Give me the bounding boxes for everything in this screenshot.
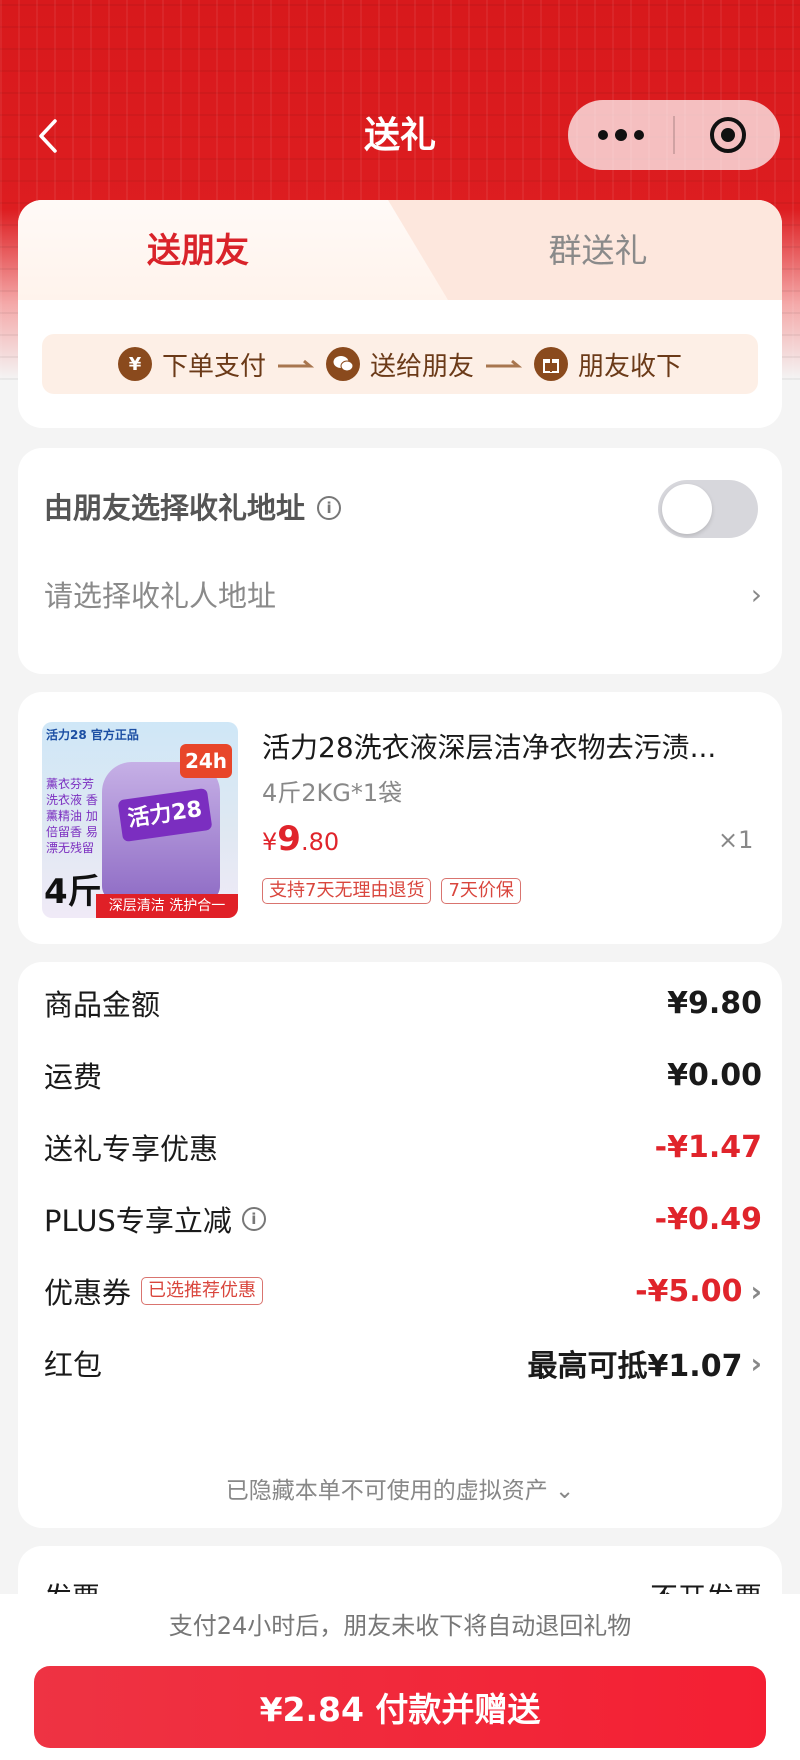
hidden-assets-label: 已隐藏本单不可使用的虚拟资产 <box>225 1478 548 1504</box>
wechat-icon <box>325 347 360 381</box>
product-spec: 4斤2KG*1袋 <box>262 779 403 807</box>
coupon-label: 优惠券 <box>44 1276 132 1310</box>
friend-choose-address-row: 由朋友选择收礼地址 i <box>44 488 342 528</box>
product-service-tags: 支持7天无理由退货 7天价保 <box>262 878 521 904</box>
close-button[interactable] <box>675 100 780 170</box>
summary-row-shipping: 运费 ¥0.00 <box>44 1057 762 1095</box>
recipient-address-selector[interactable]: 请选择收礼人地址 › <box>44 570 762 618</box>
flow-step-label: 朋友收下 <box>578 351 683 382</box>
service-tag: 支持7天无理由退货 <box>262 878 432 904</box>
target-circle-icon <box>709 117 746 153</box>
info-icon[interactable]: i <box>317 496 342 520</box>
red-packet-value: 最高可抵¥1.07 <box>527 1349 743 1384</box>
flow-step-send: 送给朋友 <box>325 346 474 383</box>
chevron-right-icon: › <box>750 1346 762 1380</box>
product-image-side-text: 薰衣芬芳 洗衣液 香薰精油 加倍留香 易漂无残留 <box>46 777 98 855</box>
coupon-value: -¥5.00 <box>635 1273 743 1309</box>
nav-bar: 送礼 <box>0 88 800 184</box>
friend-choose-address-toggle[interactable] <box>658 480 758 538</box>
chevron-right-icon: › <box>750 1274 762 1308</box>
product-price: ¥9.80 <box>262 819 340 859</box>
summary-row-coupon[interactable]: 优惠券 已选推荐优惠 -¥5.00 › <box>44 1266 762 1316</box>
coupon-recommended-tag: 已选推荐优惠 <box>141 1277 264 1305</box>
product-name[interactable]: 活力28洗衣液深层洁净衣物去污渍... <box>262 728 758 768</box>
product-image-corner-text: 活力28 官方正品 <box>46 728 139 742</box>
gift-flow-steps: ¥ 下单支付 送给朋友 朋友收下 <box>42 334 758 394</box>
mini-program-capsule <box>568 100 780 170</box>
pay-button-label: ¥2.84 付款并赠送 <box>259 1690 541 1729</box>
info-icon[interactable]: i <box>241 1207 266 1231</box>
yuan-icon: ¥ <box>117 347 152 381</box>
bottom-pay-bar: 支付24小时后，朋友未收下将自动退回礼物 ¥2.84 付款并赠送 <box>0 1594 800 1760</box>
friend-choose-address-label: 由朋友选择收礼地址 <box>44 491 306 525</box>
plus-discount-label: PLUS专享立减 <box>44 1204 232 1238</box>
summary-row-red-packet[interactable]: 红包 最高可抵¥1.07 › <box>44 1338 762 1388</box>
product-image-weight: 4斤 <box>44 872 102 912</box>
summary-row-gift-discount: 送礼专享优惠 -¥1.47 <box>44 1129 762 1167</box>
price-summary-card: 商品金额 ¥9.80 运费 ¥0.00 送礼专享优惠 -¥1.47 PLUS专享… <box>18 962 782 1528</box>
address-card: 由朋友选择收礼地址 i 请选择收礼人地址 › <box>18 448 782 674</box>
more-button[interactable] <box>568 100 673 170</box>
summary-row-goods-amount: 商品金额 ¥9.80 <box>44 985 762 1023</box>
pay-and-send-button[interactable]: ¥2.84 付款并赠送 <box>34 1666 766 1748</box>
arrow-right-icon <box>484 357 524 371</box>
chevron-down-icon: ⌄ <box>555 1478 575 1504</box>
gift-mode-card: 送朋友 群送礼 ¥ 下单支付 送给朋友 朋友收下 <box>18 200 782 428</box>
product-quantity: ×1 <box>718 826 754 854</box>
product-image-badge: 24h <box>180 744 232 778</box>
summary-row-plus-discount: PLUS专享立减 i -¥0.49 <box>44 1194 762 1244</box>
product-image-strip: 深层清洁 洗护合一 <box>96 894 238 918</box>
product-card: 活力28 官方正品 薰衣芬芳 洗衣液 香薰精油 加倍留香 易漂无残留 活力28 … <box>18 692 782 944</box>
hidden-assets-toggle[interactable]: 已隐藏本单不可使用的虚拟资产 ⌄ <box>18 1474 782 1508</box>
service-tag: 7天价保 <box>441 878 521 904</box>
more-dots-icon <box>597 129 644 141</box>
tab-send-friend-label[interactable]: 送朋友 <box>98 228 298 274</box>
arrow-right-icon <box>276 357 316 371</box>
chevron-right-icon: › <box>750 577 762 611</box>
tab-group-gift[interactable]: 群送礼 <box>478 228 718 274</box>
auto-return-notice: 支付24小时后，朋友未收下将自动退回礼物 <box>168 1612 632 1640</box>
recipient-address-placeholder: 请选择收礼人地址 <box>44 579 277 613</box>
gift-icon <box>534 347 568 381</box>
flow-step-label: 送给朋友 <box>369 351 474 382</box>
flow-step-label: 下单支付 <box>161 351 266 382</box>
red-packet-label: 红包 <box>44 1348 103 1382</box>
product-image[interactable]: 活力28 官方正品 薰衣芬芳 洗衣液 香薰精油 加倍留香 易漂无残留 活力28 … <box>42 722 238 918</box>
toggle-knob <box>662 484 712 534</box>
flow-step-pay: ¥ 下单支付 <box>117 346 266 383</box>
flow-step-receive: 朋友收下 <box>534 346 682 383</box>
